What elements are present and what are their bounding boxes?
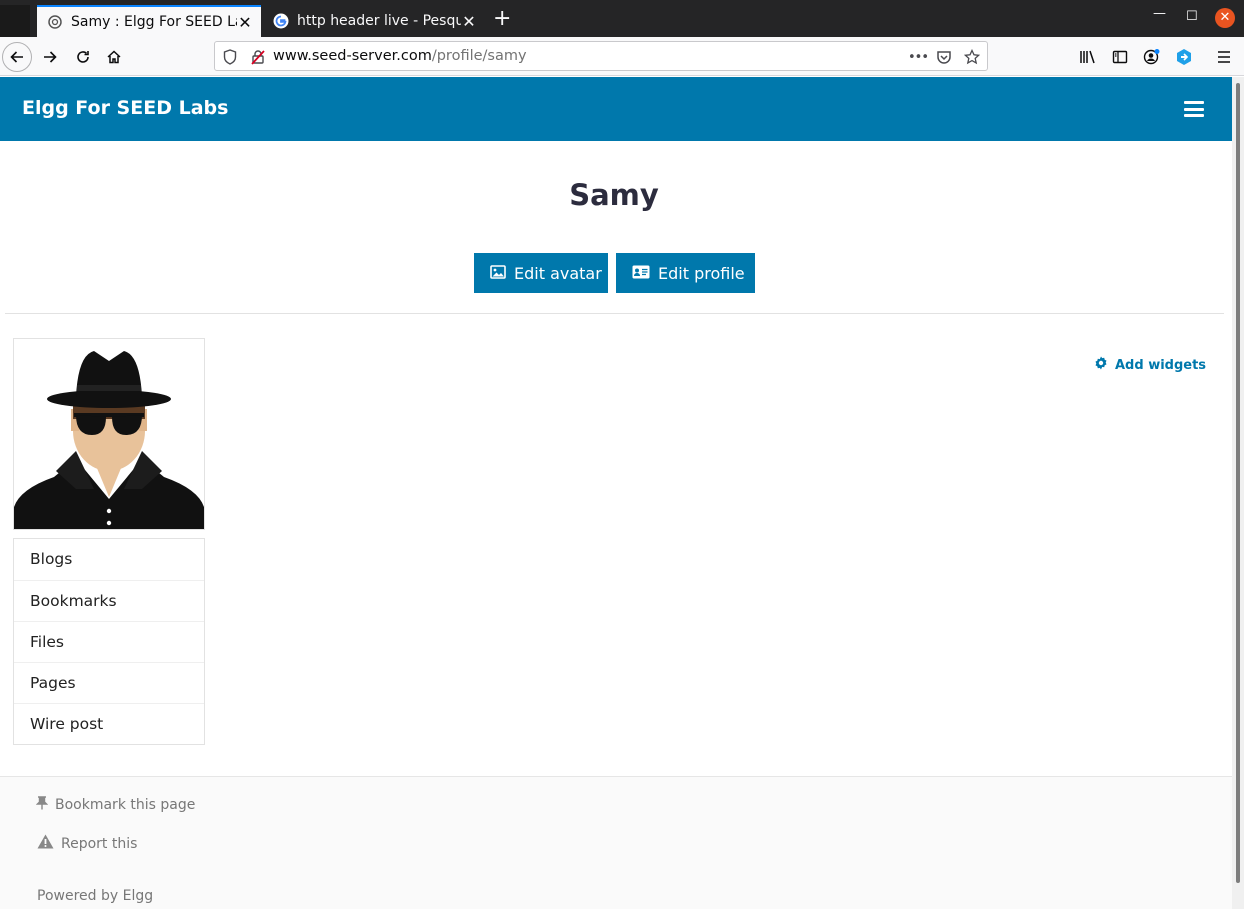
- edit-profile-label: Edit profile: [658, 263, 745, 283]
- tab-close-icon[interactable]: ✕: [237, 13, 253, 32]
- forward-icon[interactable]: [36, 43, 64, 71]
- window-close-icon[interactable]: ✕: [1215, 8, 1235, 28]
- spy-avatar-image: [14, 339, 204, 529]
- back-icon[interactable]: [2, 42, 32, 72]
- tracking-shield-icon[interactable]: [221, 48, 239, 66]
- profile-name-heading: Samy: [569, 178, 659, 212]
- tab-close-icon[interactable]: ✕: [461, 12, 477, 31]
- tab-title: Samy : Elgg For SEED Labs: [71, 14, 237, 30]
- page-footer: Bookmark this page Report this Powered b…: [0, 776, 1232, 909]
- page-actions-icon[interactable]: •••: [907, 48, 929, 66]
- minimize-icon[interactable]: —: [1153, 6, 1166, 21]
- tab-title: http header live - Pesquisa Google: [297, 13, 461, 29]
- bookmark-star-icon[interactable]: [963, 48, 981, 66]
- add-widgets-label: Add widgets: [1115, 357, 1207, 373]
- page-scrollbar[interactable]: [1232, 77, 1244, 909]
- browser-navigation-bar: www.seed-server.com/profile/samy •••: [0, 37, 1244, 76]
- menu-item-bookmarks[interactable]: Bookmarks: [14, 580, 204, 621]
- gear-icon: [1094, 356, 1108, 374]
- address-bar[interactable]: www.seed-server.com/profile/samy •••: [214, 41, 988, 71]
- library-icon[interactable]: [1074, 43, 1102, 71]
- powered-by-link[interactable]: Powered by Elgg: [37, 888, 153, 904]
- bookmark-page-link[interactable]: Bookmark this page: [35, 796, 196, 814]
- app-menu-icon[interactable]: [1210, 43, 1238, 71]
- report-this-link[interactable]: Report this: [37, 834, 137, 853]
- account-icon[interactable]: [1138, 43, 1166, 71]
- site-header: Elgg For SEED Labs: [0, 77, 1232, 141]
- sidebar-toggle-icon[interactable]: [1106, 43, 1134, 71]
- maximize-icon[interactable]: ☐: [1186, 9, 1198, 24]
- pin-icon: [35, 796, 49, 814]
- report-this-label: Report this: [61, 835, 138, 852]
- insecure-lock-icon[interactable]: [249, 48, 267, 66]
- edit-avatar-button[interactable]: Edit avatar: [474, 253, 608, 293]
- id-card-icon: [632, 264, 650, 283]
- image-icon: [490, 264, 506, 283]
- elgg-favicon-icon: [47, 14, 63, 30]
- owner-block-menu: Blogs Bookmarks Files Pages Wire post: [13, 538, 205, 745]
- pocket-icon[interactable]: [935, 48, 953, 66]
- reload-icon[interactable]: [69, 43, 97, 71]
- menu-item-blogs[interactable]: Blogs: [14, 539, 204, 580]
- header-divider: [5, 313, 1224, 314]
- tab-bar-edge: [0, 5, 30, 37]
- profile-avatar[interactable]: [13, 338, 205, 530]
- extension-icon[interactable]: [1170, 43, 1198, 71]
- tab-samy-profile[interactable]: Samy : Elgg For SEED Labs ✕: [37, 5, 261, 37]
- hamburger-menu-icon[interactable]: [1184, 101, 1204, 117]
- bookmark-page-label: Bookmark this page: [55, 797, 196, 813]
- browser-tab-bar: Samy : Elgg For SEED Labs ✕ http header …: [0, 0, 1244, 37]
- tab-google-search[interactable]: http header live - Pesquisa Google ✕: [263, 5, 485, 37]
- add-widgets-link[interactable]: Add widgets: [1094, 356, 1206, 374]
- edit-avatar-label: Edit avatar: [514, 263, 602, 283]
- warning-icon: [37, 834, 54, 853]
- url-text[interactable]: www.seed-server.com/profile/samy: [273, 48, 527, 64]
- menu-item-wire-post[interactable]: Wire post: [14, 703, 204, 744]
- google-favicon-icon: [273, 13, 289, 29]
- new-tab-icon[interactable]: +: [493, 8, 511, 30]
- edit-profile-button[interactable]: Edit profile: [616, 253, 755, 293]
- menu-item-pages[interactable]: Pages: [14, 662, 204, 703]
- url-path: /profile/samy: [431, 48, 527, 64]
- url-host: www.seed-server.com: [273, 48, 432, 64]
- home-icon[interactable]: [100, 43, 128, 71]
- menu-item-files[interactable]: Files: [14, 621, 204, 662]
- scrollbar-thumb[interactable]: [1236, 83, 1240, 883]
- site-name-link[interactable]: Elgg For SEED Labs: [22, 97, 228, 119]
